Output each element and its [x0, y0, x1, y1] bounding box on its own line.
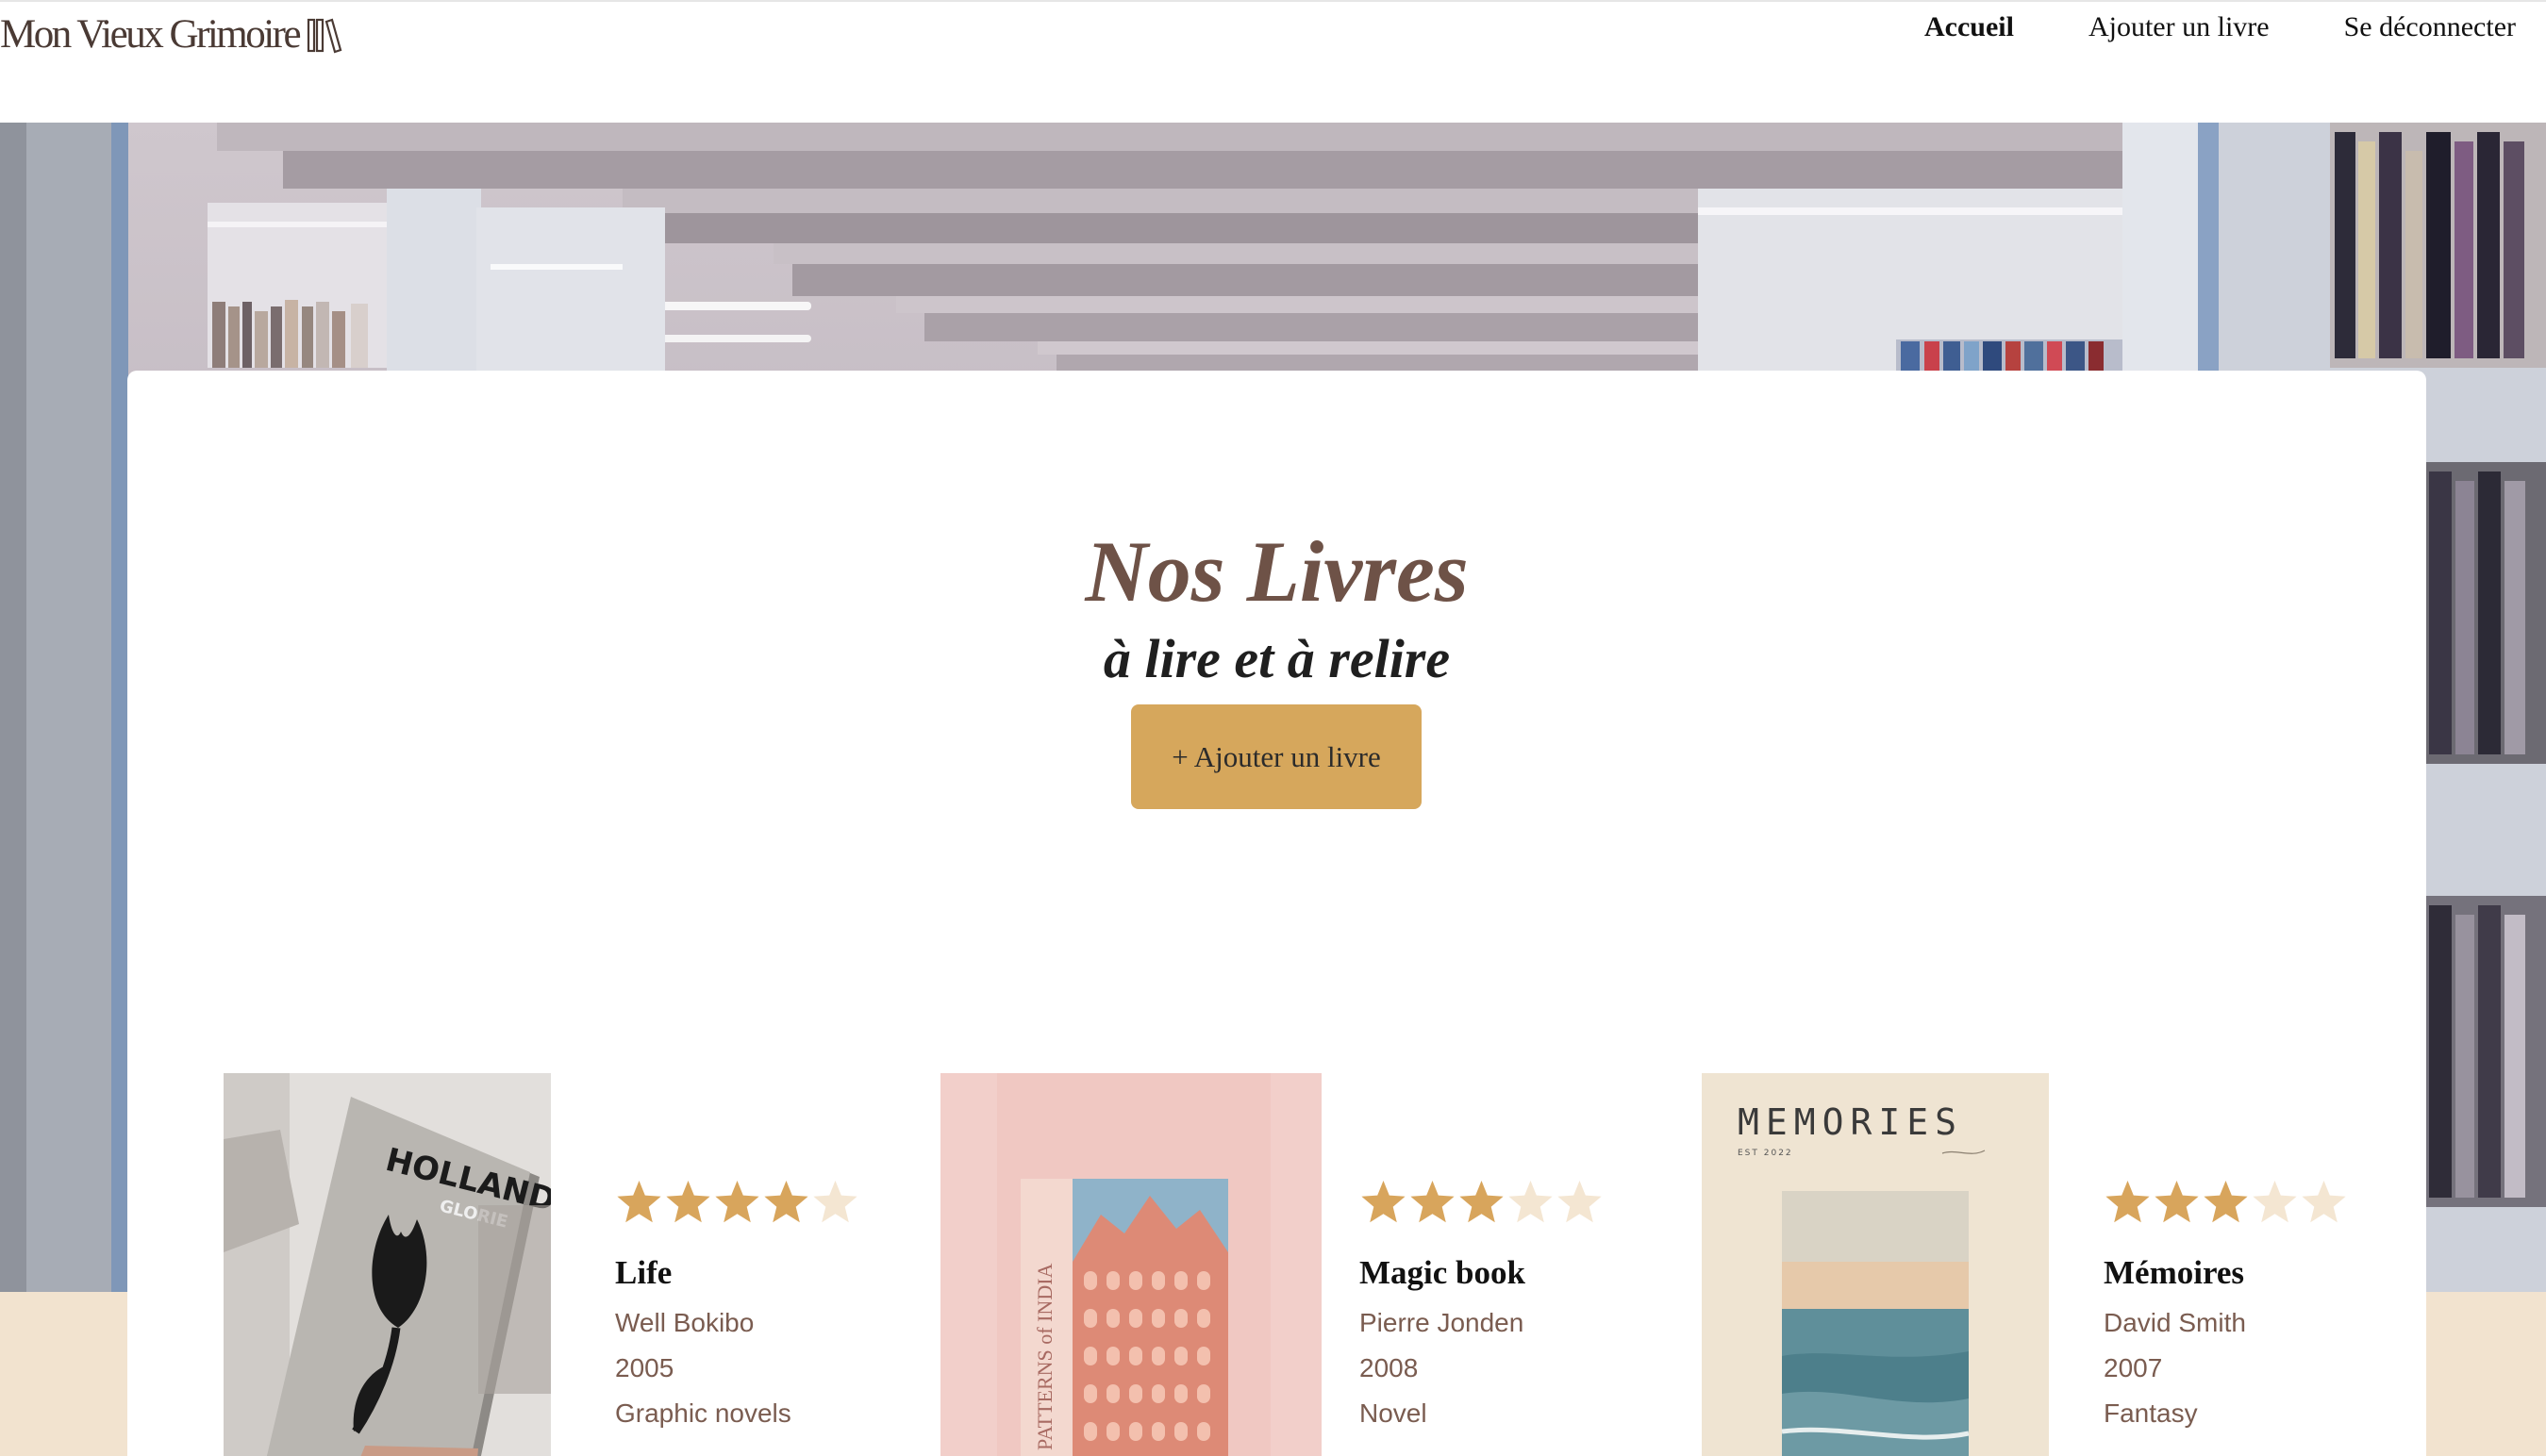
- book-cover-image[interactable]: PATTERNS of INDIA: [940, 1073, 1322, 1456]
- rating-stars: [615, 1179, 860, 1227]
- star-filled-icon: [617, 1181, 661, 1223]
- book-year: 2007: [2104, 1353, 2163, 1382]
- header-top-border: [0, 0, 2546, 2]
- books-icon: [307, 18, 342, 53]
- main-card: Nos Livres à lire et à relire + Ajouter …: [127, 371, 2426, 1456]
- star-filled-icon: [1410, 1181, 1455, 1223]
- book-title[interactable]: Life: [615, 1254, 672, 1292]
- book-title[interactable]: Mémoires: [2104, 1254, 2244, 1292]
- cover-patterns-of-india-illustration: PATTERNS of INDIA: [940, 1073, 1322, 1456]
- star-filled-icon: [764, 1181, 808, 1223]
- star-empty-icon: [813, 1181, 857, 1223]
- book-card-magic-book[interactable]: PATTERNS of INDIA Magic book Pierre Jond…: [940, 1073, 1695, 1456]
- cover-text-est-2022: EST 2022: [1738, 1149, 1793, 1158]
- page-title: Nos Livres: [1085, 523, 1469, 620]
- book-genre: Graphic novels: [615, 1398, 791, 1428]
- book-genre: Novel: [1359, 1398, 1427, 1428]
- nav-ajouter-un-livre[interactable]: Ajouter un livre: [2088, 11, 2270, 43]
- book-cover-image[interactable]: HOLLANDS GLORIE: [224, 1073, 551, 1456]
- book-year: 2005: [615, 1353, 674, 1382]
- rating-stars: [1359, 1179, 1605, 1227]
- nav-se-deconnecter[interactable]: Se déconnecter: [2344, 11, 2516, 43]
- cover-memories-illustration: MEMORIES EST 2022: [1702, 1073, 2049, 1456]
- star-empty-icon: [1508, 1181, 1553, 1223]
- logo[interactable]: Mon Vieux Grimoire: [0, 11, 342, 58]
- book-card-memoires[interactable]: MEMORIES EST 2022 Mémoires David Smith 2…: [1702, 1073, 2362, 1456]
- book-title[interactable]: Magic book: [1359, 1254, 1525, 1292]
- star-filled-icon: [2155, 1181, 2199, 1223]
- page-subtitle: à lire et à relire: [1103, 628, 1451, 689]
- add-book-button[interactable]: + Ajouter un livre: [1131, 704, 1422, 809]
- book-year: 2008: [1359, 1353, 1419, 1382]
- star-empty-icon: [1557, 1181, 1602, 1223]
- nav-accueil[interactable]: Accueil: [1924, 11, 2014, 43]
- star-filled-icon: [1459, 1181, 1504, 1223]
- book-author: Well Bokibo: [615, 1308, 755, 1337]
- star-filled-icon: [1361, 1181, 1406, 1223]
- book-card-life[interactable]: HOLLANDS GLORIE Life Well Bokibo 2005 Gr…: [224, 1073, 884, 1456]
- star-filled-icon: [2105, 1181, 2150, 1223]
- main-nav: Accueil Ajouter un livre Se déconnecter: [1850, 11, 2516, 43]
- book-cover-image[interactable]: MEMORIES EST 2022: [1702, 1073, 2049, 1456]
- star-filled-icon: [715, 1181, 759, 1223]
- cover-hollands-illustration: HOLLANDS GLORIE: [224, 1073, 551, 1456]
- book-author: Pierre Jonden: [1359, 1308, 1524, 1337]
- star-filled-icon: [2204, 1181, 2248, 1223]
- cover-text-memories: MEMORIES: [1738, 1101, 1963, 1143]
- book-genre: Fantasy: [2104, 1398, 2198, 1428]
- cover-text-patterns-of-india: PATTERNS of INDIA: [1033, 1263, 1057, 1450]
- star-filled-icon: [666, 1181, 710, 1223]
- rating-stars: [2104, 1179, 2349, 1227]
- logo-text: Mon Vieux Grimoire: [0, 12, 302, 57]
- site-header: Mon Vieux Grimoire Accueil Ajouter un li…: [0, 0, 2546, 123]
- star-empty-icon: [2253, 1181, 2297, 1223]
- book-author: David Smith: [2104, 1308, 2246, 1337]
- star-empty-icon: [2302, 1181, 2346, 1223]
